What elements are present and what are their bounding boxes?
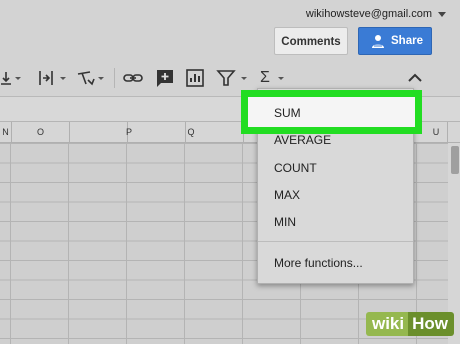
account-menu-caret-icon[interactable] xyxy=(438,12,446,17)
menu-item-max[interactable]: MAX xyxy=(274,188,300,202)
column-header[interactable]: N xyxy=(0,122,12,142)
menu-item-min[interactable]: MIN xyxy=(274,215,296,229)
column-header-label: P xyxy=(125,127,132,137)
share-button-label: Share xyxy=(391,35,423,47)
comment-icon[interactable] xyxy=(155,68,175,88)
menu-divider xyxy=(258,241,413,242)
share-button[interactable]: Share xyxy=(358,27,432,55)
share-person-icon xyxy=(372,35,384,48)
menu-item-average[interactable]: AVERAGE xyxy=(274,133,331,147)
top-bar: wikihowsteve@gmail.com Comments Share xyxy=(0,0,460,60)
watermark-how: How xyxy=(408,312,454,336)
chart-icon[interactable] xyxy=(185,68,205,88)
functions-icon: Σ xyxy=(260,69,270,86)
comments-button[interactable]: Comments xyxy=(274,27,348,55)
text-wrap-icon[interactable] xyxy=(38,68,70,88)
text-rotate-icon[interactable] xyxy=(76,68,108,88)
column-header-label: Q xyxy=(187,127,195,137)
account-email[interactable]: wikihowsteve@gmail.com xyxy=(306,8,432,20)
menu-item-count[interactable]: COUNT xyxy=(274,161,317,175)
collapse-icon[interactable] xyxy=(406,68,424,88)
filter-icon[interactable] xyxy=(216,68,250,88)
link-icon[interactable] xyxy=(122,68,146,88)
vertical-scrollbar-thumb[interactable] xyxy=(451,146,459,174)
watermark-wiki: wiki xyxy=(365,312,409,336)
column-header-label: O xyxy=(12,122,70,142)
column-header-label: U xyxy=(432,127,440,137)
wikihow-watermark: wiki How xyxy=(365,312,454,340)
menu-item-sum[interactable]: SUM xyxy=(274,106,301,120)
functions-button[interactable]: Σ xyxy=(260,68,286,88)
align-bottom-icon[interactable] xyxy=(0,68,22,88)
menu-item-more-functions[interactable]: More functions... xyxy=(274,256,363,270)
toolbar-divider xyxy=(114,68,115,88)
sum-highlight-box xyxy=(241,90,422,134)
